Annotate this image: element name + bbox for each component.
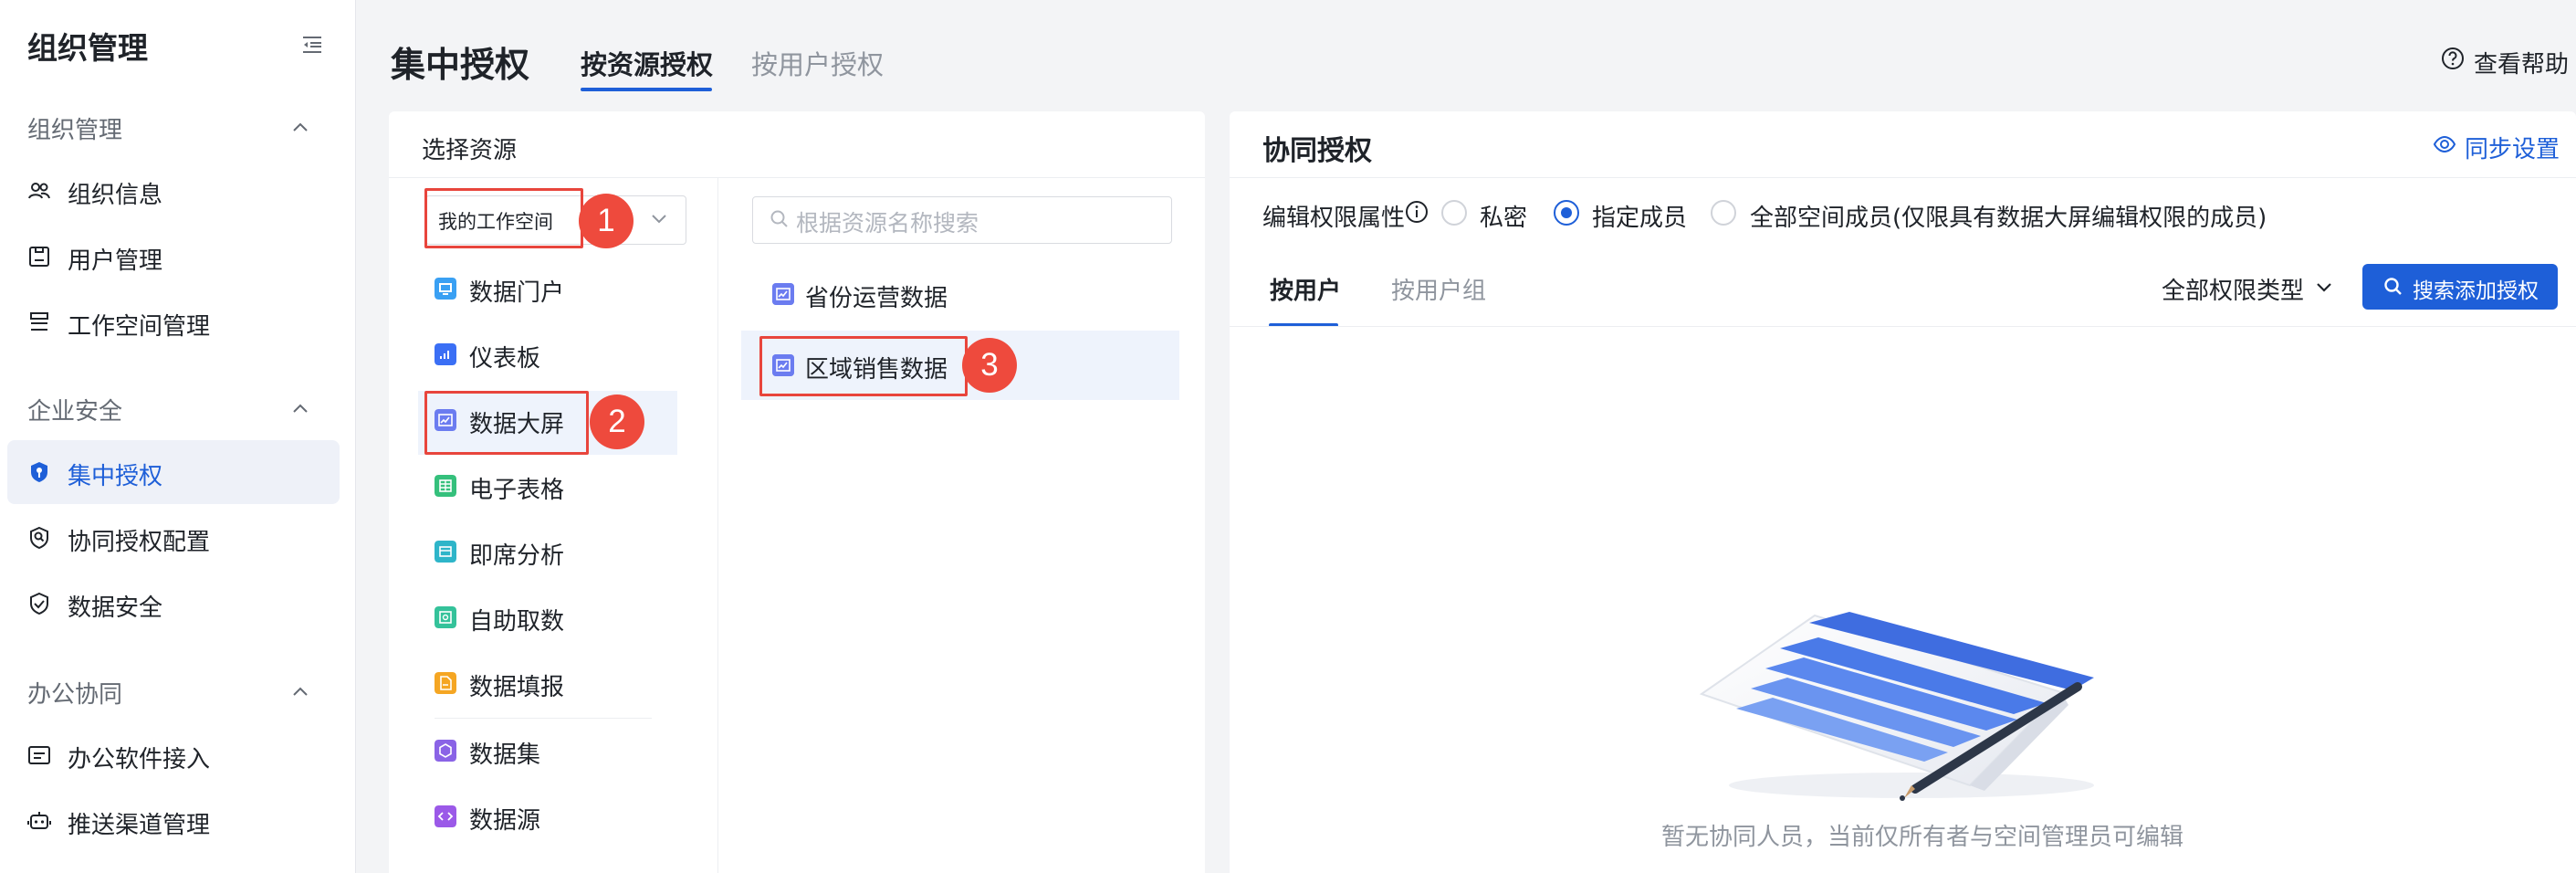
chevron-up-icon[interactable] [287,678,314,705]
line-chart-icon [772,283,794,305]
resource-type-label: 数据填报 [469,674,565,701]
resource-type-label: 数据集 [469,742,541,769]
search-shield-icon [30,526,48,550]
bar-chart-icon [435,343,456,365]
sidebar-item-collab-auth-config[interactable]: 协同授权配置 [7,506,340,570]
annotation-badge-3: 3 [962,338,1017,393]
spreadsheet-icon [435,475,456,497]
empty-document-illustration [1699,612,2094,801]
search-add-auth-label: 搜索添加授权 [2413,279,2539,303]
sidebar-item-label: 推送渠道管理 [68,812,211,839]
search-icon [2384,278,2402,295]
radio-all-members-label[interactable]: 全部空间成员(仅限具有数据大屏编辑权限的成员) [1750,199,2267,233]
sidebar-item-label: 办公软件接入 [68,746,211,773]
layers-icon [30,312,48,331]
resource-type-label: 电子表格 [469,477,565,504]
chevron-up-icon[interactable] [287,394,314,422]
empty-state-text: 暂无协同人员，当前仅所有者与空间管理员可编辑 [1661,824,2184,851]
tab-by-user[interactable]: 按用户授权 [751,44,884,82]
sync-settings-icon[interactable] [2432,131,2457,157]
annotation-box-1 [424,188,583,248]
divider [1230,326,2576,327]
resource-type-dashboard[interactable] [418,325,677,385]
page-title: 集中授权 [391,45,530,85]
sidebar-item-label: 用户管理 [68,247,163,275]
radio-all-members[interactable] [1711,200,1736,226]
divider [1230,177,2576,178]
resource-type-datasource[interactable] [418,787,677,847]
shield-key-icon [31,462,47,482]
radio-private-label[interactable]: 私密 [1480,199,1527,233]
permission-type-filter[interactable]: 全部权限类型 [2162,272,2304,306]
shield-check-icon [30,592,48,615]
chevron-down-icon[interactable] [2313,277,2335,297]
sidebar-item-data-security[interactable]: 数据安全 [7,572,340,636]
resource-type-label: 数据源 [469,807,541,835]
annotation-box-2 [424,391,589,455]
radio-specified-members-label[interactable]: 指定成员 [1592,199,1687,233]
robot-icon [27,812,51,829]
resource-panel-title: 选择资源 [422,137,518,164]
tab-by-resource[interactable]: 按资源授权 [581,44,713,82]
sidebar-item-org-info[interactable]: 组织信息 [7,159,340,223]
sidebar-item-central-auth[interactable]: 集中授权 [7,440,340,504]
search-placeholder: 根据资源名称搜索 [796,210,979,237]
chevron-down-icon[interactable] [648,208,670,228]
sidebar: 组织管理 组织管理 组织信息 用户管理 工作空间管理 企业安全 集中授权 协同授… [0,0,356,873]
form-fill-icon [435,672,456,694]
radio-specified-members[interactable] [1554,200,1579,226]
section-title-org[interactable]: 组织管理 [27,111,122,145]
resource-type-label: 自助取数 [469,608,565,636]
help-link[interactable]: 查看帮助 [2474,46,2569,79]
help-icon[interactable] [2440,46,2466,71]
tab-by-user-sub[interactable]: 按用户 [1270,272,1341,306]
divider [435,718,652,719]
divider [717,177,718,873]
info-icon[interactable] [1404,199,1429,225]
code-icon [435,805,456,827]
user-card-icon [29,247,49,267]
sidebar-title: 组织管理 [27,30,148,66]
resource-type-dataset[interactable] [418,721,677,782]
sidebar-item-office-integration[interactable]: 办公软件接入 [7,723,340,787]
edit-permission-label: 编辑权限属性 [1262,205,1406,232]
sidebar-item-label: 集中授权 [68,463,163,490]
section-title-security[interactable]: 企业安全 [27,393,122,426]
sidebar-item-push-channels[interactable]: 推送渠道管理 [7,789,340,853]
portal-icon [435,278,456,300]
tab-by-user-group[interactable]: 按用户组 [1391,272,1486,306]
resource-type-label: 数据门户 [469,279,565,307]
app-window-icon [28,746,50,764]
annotation-badge-2: 2 [590,394,644,449]
annotation-badge-1: 1 [579,194,634,248]
resource-item-label: 省份运营数据 [805,285,948,312]
team-icon [28,183,50,199]
divider [389,177,1205,178]
sidebar-item-workspace-mgmt[interactable]: 工作空间管理 [7,290,340,354]
section-title-office[interactable]: 办公协同 [27,676,122,710]
sidebar-item-label: 组织信息 [68,182,163,209]
resource-type-label: 即席分析 [469,542,565,570]
tab-active-indicator [581,88,712,91]
collapse-menu-icon[interactable] [301,35,323,55]
sidebar-item-label: 协同授权配置 [68,529,211,556]
sync-settings-link[interactable]: 同步设置 [2465,131,2560,164]
resource-type-label: 仪表板 [469,345,541,373]
collab-panel-title: 协同授权 [1262,135,1372,167]
search-icon [770,210,788,227]
sidebar-item-label: 工作空间管理 [68,313,211,341]
sidebar-item-label: 数据安全 [68,594,163,622]
annotation-box-3 [759,336,968,396]
adhoc-analysis-icon [435,541,456,563]
sidebar-item-user-mgmt[interactable]: 用户管理 [7,225,340,289]
radio-private[interactable] [1441,200,1467,226]
chevron-up-icon[interactable] [287,113,314,141]
self-service-icon [435,606,456,628]
dataset-icon [435,740,456,762]
